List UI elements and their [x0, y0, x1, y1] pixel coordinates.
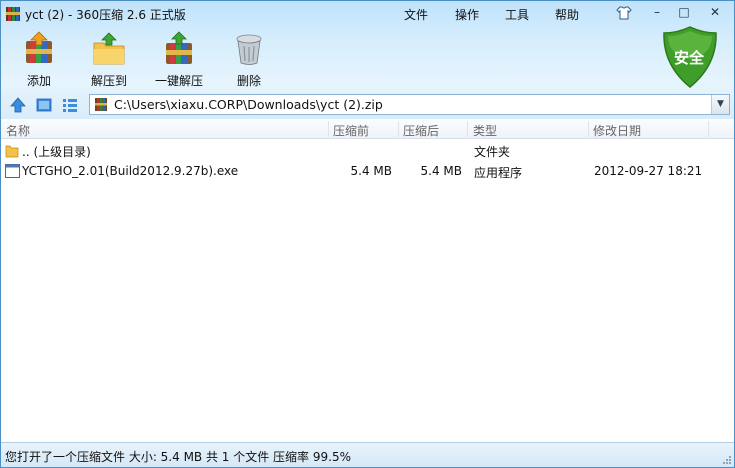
table-row[interactable]: .. (上级目录) 文件夹 [1, 140, 734, 161]
path-text: C:\Users\xiaxu.CORP\Downloads\yct (2).zi… [114, 97, 383, 112]
delete-button[interactable]: 删除 [214, 31, 284, 88]
row-size-after: 5.4 MB [420, 164, 462, 178]
minimize-button[interactable]: – [646, 3, 668, 21]
close-button[interactable]: ✕ [704, 3, 726, 21]
column-separator[interactable] [708, 121, 709, 137]
app-window: yct (2) - 360压缩 2.6 正式版 文件 操作 工具 帮助 – □ … [0, 0, 735, 468]
app-icon [6, 7, 20, 21]
up-arrow-icon[interactable] [9, 96, 27, 114]
row-name: YCTGHO_2.01(Build2012.9.27b).exe [22, 164, 239, 178]
column-compressed[interactable]: 压缩前 [333, 122, 369, 139]
one-click-extract-label: 一键解压 [154, 74, 203, 88]
row-name: .. (上级目录) [22, 145, 91, 159]
top-chrome: yct (2) - 360压缩 2.6 正式版 文件 操作 工具 帮助 – □ … [1, 1, 734, 119]
folder-icon [5, 145, 19, 158]
menu-tools[interactable]: 工具 [505, 6, 529, 23]
column-type[interactable]: 类型 [473, 122, 497, 139]
delete-label: 删除 [236, 74, 261, 88]
row-date: 2012-09-27 18:21 [594, 164, 703, 178]
thumbnail-view-icon[interactable] [35, 96, 53, 114]
column-name[interactable]: 名称 [6, 122, 30, 139]
menu-file[interactable]: 文件 [404, 6, 428, 23]
table-row[interactable]: YCTGHO_2.01(Build2012.9.27b).exe 5.4 MB … [1, 161, 734, 182]
extract-to-label: 解压到 [90, 74, 127, 88]
window-title: yct (2) - 360压缩 2.6 正式版 [25, 8, 186, 22]
column-separator[interactable] [467, 121, 468, 137]
path-dropdown-button[interactable]: ▼ [711, 95, 729, 114]
row-type: 文件夹 [474, 145, 511, 159]
column-separator[interactable] [398, 121, 399, 137]
menu-help[interactable]: 帮助 [555, 6, 579, 23]
path-input[interactable]: C:\Users\xiaxu.CORP\Downloads\yct (2).zi… [89, 94, 730, 115]
status-bar: 您打开了一个压缩文件 大小: 5.4 MB 共 1 个文件 压缩率 99.5% [1, 442, 734, 467]
archive-icon [95, 98, 107, 111]
exe-file-icon [5, 164, 20, 178]
skin-icon[interactable] [616, 6, 632, 20]
status-text: 您打开了一个压缩文件 大小: 5.4 MB 共 1 个文件 压缩率 99.5% [5, 450, 351, 464]
file-list-header: 名称 压缩前 压缩后 类型 修改日期 [1, 119, 734, 139]
security-shield[interactable]: 安全 [661, 25, 719, 89]
column-modified[interactable]: 修改日期 [593, 122, 641, 139]
address-bar: C:\Users\xiaxu.CORP\Downloads\yct (2).zi… [1, 92, 734, 118]
column-separator[interactable] [588, 121, 589, 137]
row-type: 应用程序 [474, 166, 523, 180]
security-label: 安全 [674, 49, 705, 67]
resize-grip-icon[interactable] [722, 455, 732, 465]
column-separator[interactable] [328, 121, 329, 137]
one-click-extract-icon [166, 31, 192, 64]
add-label: 添加 [26, 74, 51, 88]
one-click-extract-button[interactable]: 一键解压 [144, 31, 214, 88]
trash-icon [236, 34, 262, 65]
menu-operation[interactable]: 操作 [455, 6, 479, 23]
column-after[interactable]: 压缩后 [403, 122, 439, 139]
title-bar: yct (2) - 360压缩 2.6 正式版 文件 操作 工具 帮助 – □ … [1, 1, 734, 27]
row-size-before: 5.4 MB [350, 164, 392, 178]
extract-to-button[interactable]: 解压到 [74, 31, 144, 88]
maximize-button[interactable]: □ [673, 3, 695, 21]
list-view-icon[interactable] [61, 96, 79, 114]
add-button[interactable]: 添加 [4, 31, 74, 88]
extract-folder-icon [93, 32, 125, 65]
add-archive-icon [26, 31, 52, 63]
